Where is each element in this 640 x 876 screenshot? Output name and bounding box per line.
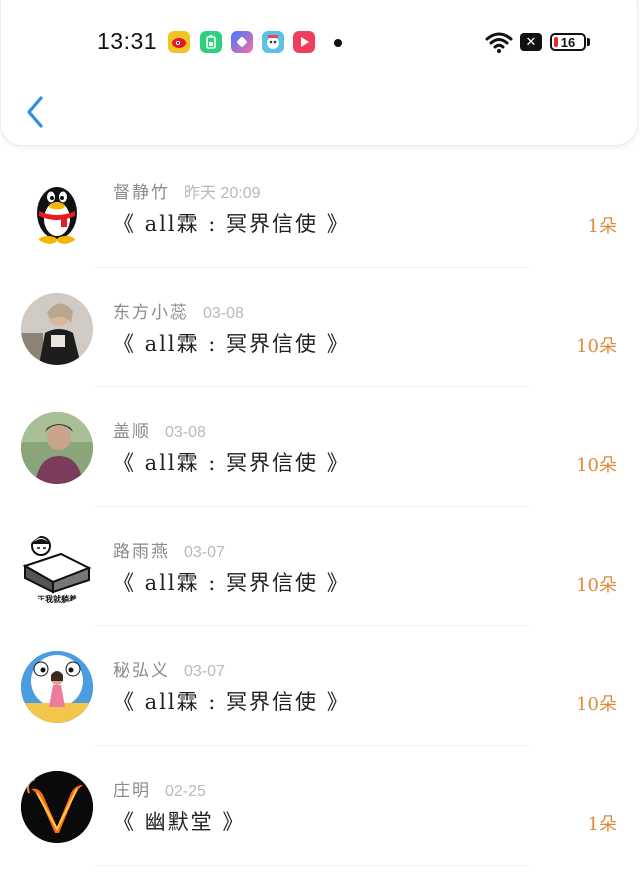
book-title[interactable]: 《 all霖 : 冥界信使 》: [113, 686, 350, 716]
date: 昨天 20:09: [184, 185, 261, 202]
book-title[interactable]: 《 幽默堂 》: [113, 806, 245, 836]
weibo-icon: [168, 31, 190, 53]
battery-saver-app-icon: [200, 31, 222, 53]
person-photo: [21, 412, 93, 485]
battery-icon: 16: [550, 33, 586, 51]
book-title[interactable]: 《 all霖 : 冥界信使 》: [113, 208, 350, 238]
date: 03-07: [184, 543, 225, 561]
chevron-left-icon: [27, 96, 43, 128]
avatar[interactable]: [21, 651, 93, 724]
wifi-icon: [485, 32, 513, 53]
date: 02-25: [165, 782, 206, 800]
avatar-caption: 正我就躺着: [37, 594, 77, 604]
flower-count: 10朵: [576, 694, 617, 716]
battery-cap: [587, 38, 590, 46]
avatar[interactable]: [21, 770, 93, 843]
battery-level: 16: [560, 34, 576, 50]
username[interactable]: 路雨燕: [113, 542, 170, 562]
book-title[interactable]: 《 all霖 : 冥界信使 》: [113, 567, 350, 597]
username[interactable]: 盖顺: [113, 422, 151, 442]
flower-count: 10朵: [576, 455, 617, 477]
list-item[interactable]: 秘弘义 03-07 《 all霖 : 冥界信使 》 10朵: [0, 626, 640, 746]
avatar[interactable]: [21, 412, 93, 485]
list-item[interactable]: 盖顺 03-08 《 all霖 : 冥界信使 》 10朵: [0, 387, 640, 507]
divider: [95, 864, 530, 866]
game-app-icon: [262, 31, 284, 53]
list-item[interactable]: 东方小蕊 03-08 《 all霖 : 冥界信使 》 10朵: [0, 268, 640, 388]
cartoon-bed-icon: 正我就躺着: [22, 535, 92, 604]
date: 03-08: [203, 304, 244, 322]
flower-count: 1朵: [587, 216, 617, 237]
status-time: 13:31: [97, 28, 158, 54]
date: 03-08: [165, 424, 206, 442]
person-photo: [21, 292, 93, 365]
list-item[interactable]: 正我就躺着 路雨燕 03-07 《 all霖 : 冥界信使 》 10朵: [0, 507, 640, 627]
username[interactable]: 秘弘义: [113, 661, 170, 681]
qq-penguin-icon: [37, 187, 77, 244]
username[interactable]: 东方小蕊: [113, 303, 189, 323]
shortcut-app-icon: [231, 31, 253, 53]
flower-count: 10朵: [576, 574, 617, 596]
video-app-icon: [293, 31, 315, 53]
list-item[interactable]: 督静竹 昨天 20:09 《 all霖 : 冥界信使 》 1朵: [0, 148, 640, 268]
flower-count: 10朵: [576, 335, 617, 357]
avatar[interactable]: [21, 292, 93, 365]
close-box-icon: ✕: [520, 33, 542, 51]
doraemon-photo: [21, 651, 93, 724]
date: 03-07: [184, 663, 225, 681]
fire-v-icon: [21, 770, 93, 843]
list-item[interactable]: 庄明 02-25 《 幽默堂 》 1朵: [0, 746, 640, 866]
flower-count: 1朵: [587, 813, 617, 835]
avatar[interactable]: 正我就躺着: [21, 531, 93, 604]
notification-dot: [334, 39, 342, 47]
book-title[interactable]: 《 all霖 : 冥界信使 》: [113, 447, 350, 477]
username[interactable]: 督静竹: [113, 183, 170, 203]
username[interactable]: 庄明: [113, 781, 151, 801]
book-title[interactable]: 《 all霖 : 冥界信使 》: [113, 328, 350, 358]
back-button[interactable]: [21, 92, 51, 132]
header: 13:31 ✕ 16: [0, 0, 638, 146]
avatar[interactable]: [21, 173, 93, 245]
flower-gift-list: 督静竹 昨天 20:09 《 all霖 : 冥界信使 》 1朵 东方小蕊 03-08…: [0, 148, 640, 866]
